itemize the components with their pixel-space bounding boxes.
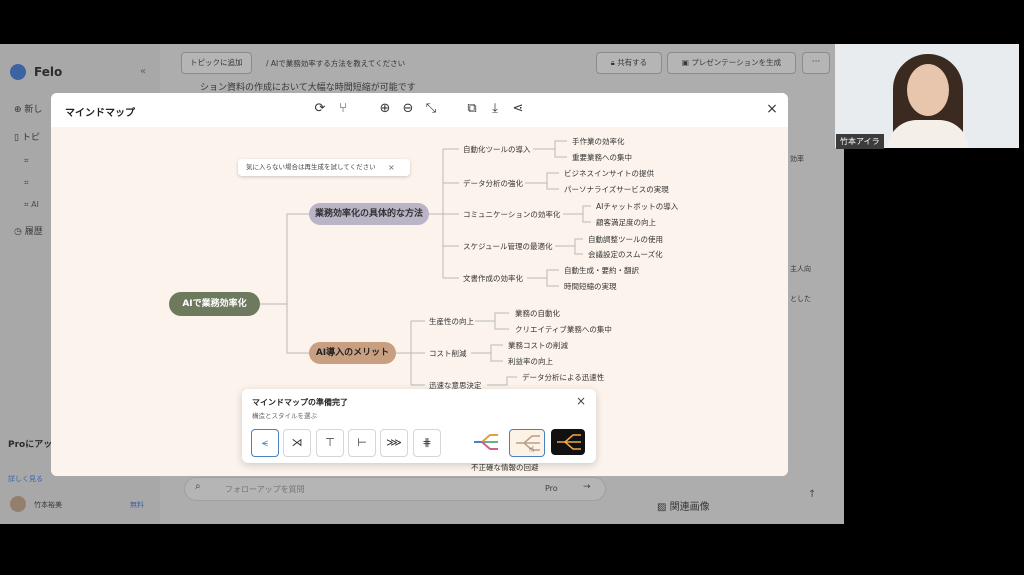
mindmap-leaf-node[interactable]: 不正確な情報の回避 bbox=[471, 462, 539, 473]
mindmap-leaf-node[interactable]: 顧客満足度の向上 bbox=[596, 217, 656, 228]
presenter-face bbox=[907, 64, 949, 116]
split-layout-icon[interactable]: ⋊ bbox=[283, 429, 311, 457]
mindmap-root-node[interactable]: AIで業務効率化 bbox=[169, 292, 260, 316]
close-icon[interactable]: × bbox=[576, 394, 586, 408]
mindmap-leaf-node[interactable]: 利益率の向上 bbox=[508, 356, 553, 367]
colorful-theme-icon[interactable] bbox=[468, 429, 502, 455]
mindmap-leaf-node[interactable]: AIチャットボットの導入 bbox=[596, 201, 678, 212]
mindmap-branch-node[interactable]: 業務効率化の具体的な方法 bbox=[309, 203, 429, 225]
mindmap-leaf-node[interactable]: 自動生成・要約・翻訳 bbox=[564, 265, 639, 276]
dark-theme-preview bbox=[557, 434, 581, 450]
download-icon[interactable]: ⤓ bbox=[487, 101, 503, 117]
modal-header: マインドマップ ⟳ ⑂ ⊕ ⊖ ⤡ ⧉ ⤓ ⋖ × bbox=[51, 93, 788, 127]
mindmap-leaf-node[interactable]: 業務の自動化 bbox=[515, 308, 560, 319]
mindmap-leaf-node[interactable]: パーソナライズサービスの実現 bbox=[564, 184, 669, 195]
mindmap-leaf-node[interactable]: 時間短縮の実現 bbox=[564, 281, 617, 292]
modal-title: マインドマップ bbox=[65, 108, 135, 119]
warm-theme-preview: ☝ bbox=[516, 435, 540, 455]
picker-title: マインドマップの準備完了 bbox=[252, 398, 348, 407]
regenerate-hint-toast: 気に入らない場合は再生成を試してください × bbox=[238, 159, 410, 176]
zoom-out-icon[interactable]: ⊖ bbox=[400, 101, 416, 117]
warm-theme-icon[interactable]: ☝ bbox=[509, 429, 545, 457]
fit-icon[interactable]: ⤡ bbox=[423, 101, 439, 117]
close-icon[interactable]: × bbox=[764, 101, 780, 117]
mindmap-branch-node[interactable]: AI導入のメリット bbox=[309, 342, 396, 364]
mindmap-child-node[interactable]: コスト削減 bbox=[429, 348, 467, 359]
share-icon[interactable]: ⋖ bbox=[510, 101, 526, 117]
mindmap-leaf-node[interactable]: データ分析による迅速性 bbox=[522, 372, 604, 383]
mindmap-leaf-node[interactable]: 手作業の効率化 bbox=[572, 136, 625, 147]
toast-text: 気に入らない場合は再生成を試してください bbox=[246, 163, 376, 171]
colorful-theme-preview bbox=[474, 434, 498, 450]
mindmap-child-node[interactable]: スケジュール管理の最適化 bbox=[463, 241, 552, 252]
branch-icon[interactable]: ⑂ bbox=[335, 101, 351, 117]
mindmap-leaf-node[interactable]: 自動調整ツールの使用 bbox=[588, 234, 663, 245]
mindmap-child-node[interactable]: 生産性の向上 bbox=[429, 316, 474, 327]
timeline-icon[interactable]: ⋕ bbox=[413, 429, 441, 457]
mindmap-child-node[interactable]: コミュニケーションの効率化 bbox=[463, 209, 560, 220]
picker-subtitle: 構造とスタイルを選ぶ bbox=[252, 412, 317, 420]
toast-close-icon[interactable]: × bbox=[388, 159, 395, 176]
participant-name-tag: 竹本アイラ bbox=[836, 134, 884, 149]
dark-theme-icon[interactable] bbox=[551, 429, 585, 455]
mindmap-child-node[interactable]: 自動化ツールの導入 bbox=[463, 144, 531, 155]
org-chart-icon[interactable]: ⊤ bbox=[316, 429, 344, 457]
webcam-video bbox=[835, 44, 1019, 148]
mindmap-leaf-node[interactable]: クリエイティブ業務への集中 bbox=[515, 324, 612, 335]
zoom-in-icon[interactable]: ⊕ bbox=[377, 101, 393, 117]
mindmap-leaf-node[interactable]: 会議設定のスムーズ化 bbox=[588, 249, 663, 260]
mindmap-child-node[interactable]: 文書作成の効率化 bbox=[463, 273, 523, 284]
style-picker-popup: マインドマップの準備完了 構造とスタイルを選ぶ × ⪪ ⋊ ⊤ ⊢ ⋙ ⋕ ☝ bbox=[242, 389, 596, 463]
mindmap-layout-icon[interactable]: ⪪ bbox=[251, 429, 279, 457]
mindmap-leaf-node[interactable]: 業務コストの削減 bbox=[508, 340, 568, 351]
tree-layout-icon[interactable]: ⊢ bbox=[348, 429, 376, 457]
fishbone-icon[interactable]: ⋙ bbox=[380, 429, 408, 457]
refresh-icon[interactable]: ⟳ bbox=[312, 101, 328, 117]
mindmap-leaf-node[interactable]: 重要業務への集中 bbox=[572, 152, 632, 163]
copy-icon[interactable]: ⧉ bbox=[464, 101, 480, 117]
mindmap-child-node[interactable]: データ分析の強化 bbox=[463, 178, 523, 189]
svg-text:☝: ☝ bbox=[529, 445, 534, 455]
mindmap-leaf-node[interactable]: ビジネスインサイトの提供 bbox=[564, 168, 654, 179]
